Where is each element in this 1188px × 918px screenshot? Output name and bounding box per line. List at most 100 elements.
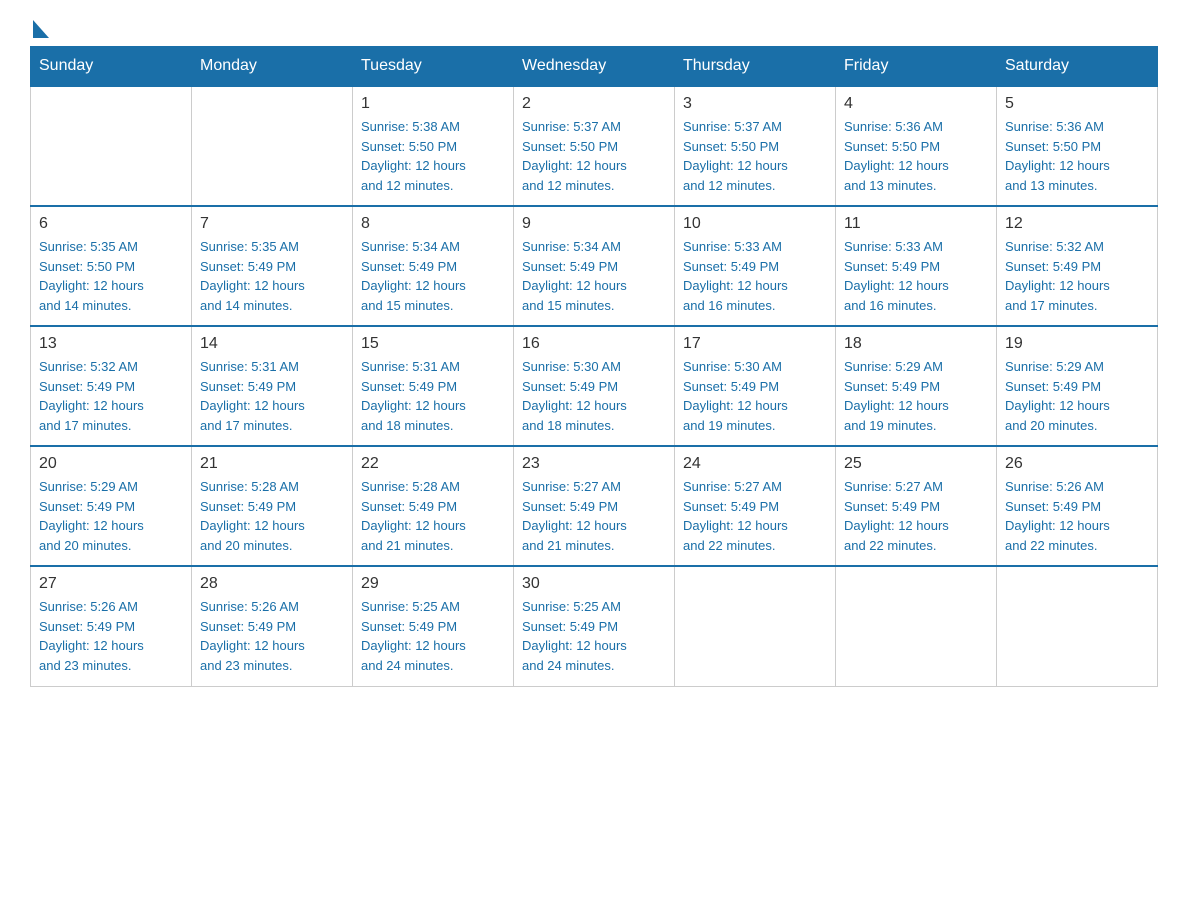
calendar-cell: 8 Sunrise: 5:34 AMSunset: 5:49 PMDaylight… (353, 206, 514, 326)
calendar-cell: 6 Sunrise: 5:35 AMSunset: 5:50 PMDaylight… (31, 206, 192, 326)
day-info: Sunrise: 5:36 AMSunset: 5:50 PMDaylight:… (844, 117, 988, 195)
day-info: Sunrise: 5:31 AMSunset: 5:49 PMDaylight:… (361, 357, 505, 435)
day-info: Sunrise: 5:35 AMSunset: 5:50 PMDaylight:… (39, 237, 183, 315)
calendar-cell: 11 Sunrise: 5:33 AMSunset: 5:49 PMDayligh… (836, 206, 997, 326)
day-number: 26 (1005, 455, 1149, 473)
weekday-header-saturday: Saturday (997, 47, 1158, 87)
day-number: 17 (683, 335, 827, 353)
weekday-header-monday: Monday (192, 47, 353, 87)
calendar-cell: 7 Sunrise: 5:35 AMSunset: 5:49 PMDaylight… (192, 206, 353, 326)
calendar-header-row: SundayMondayTuesdayWednesdayThursdayFrid… (31, 47, 1158, 87)
calendar-table: SundayMondayTuesdayWednesdayThursdayFrid… (30, 46, 1158, 687)
day-number: 28 (200, 575, 344, 593)
calendar-cell: 2 Sunrise: 5:37 AMSunset: 5:50 PMDaylight… (514, 86, 675, 206)
page-header (30, 20, 1158, 36)
calendar-week-row: 27 Sunrise: 5:26 AMSunset: 5:49 PMDayligh… (31, 566, 1158, 686)
day-info: Sunrise: 5:26 AMSunset: 5:49 PMDaylight:… (1005, 477, 1149, 555)
day-number: 27 (39, 575, 183, 593)
calendar-cell: 18 Sunrise: 5:29 AMSunset: 5:49 PMDayligh… (836, 326, 997, 446)
day-info: Sunrise: 5:26 AMSunset: 5:49 PMDaylight:… (39, 597, 183, 675)
day-number: 21 (200, 455, 344, 473)
calendar-cell: 30 Sunrise: 5:25 AMSunset: 5:49 PMDayligh… (514, 566, 675, 686)
calendar-cell: 24 Sunrise: 5:27 AMSunset: 5:49 PMDayligh… (675, 446, 836, 566)
day-number: 15 (361, 335, 505, 353)
calendar-cell: 4 Sunrise: 5:36 AMSunset: 5:50 PMDaylight… (836, 86, 997, 206)
calendar-cell: 5 Sunrise: 5:36 AMSunset: 5:50 PMDaylight… (997, 86, 1158, 206)
weekday-header-wednesday: Wednesday (514, 47, 675, 87)
day-info: Sunrise: 5:34 AMSunset: 5:49 PMDaylight:… (361, 237, 505, 315)
day-info: Sunrise: 5:37 AMSunset: 5:50 PMDaylight:… (683, 117, 827, 195)
calendar-cell: 26 Sunrise: 5:26 AMSunset: 5:49 PMDayligh… (997, 446, 1158, 566)
weekday-header-sunday: Sunday (31, 47, 192, 87)
day-number: 14 (200, 335, 344, 353)
calendar-cell: 20 Sunrise: 5:29 AMSunset: 5:49 PMDayligh… (31, 446, 192, 566)
weekday-header-friday: Friday (836, 47, 997, 87)
day-number: 7 (200, 215, 344, 233)
day-info: Sunrise: 5:25 AMSunset: 5:49 PMDaylight:… (361, 597, 505, 675)
day-number: 9 (522, 215, 666, 233)
calendar-cell: 21 Sunrise: 5:28 AMSunset: 5:49 PMDayligh… (192, 446, 353, 566)
calendar-cell: 19Sunrise: 5:29 AMSunset: 5:49 PMDayligh… (997, 326, 1158, 446)
day-info: Sunrise: 5:35 AMSunset: 5:49 PMDaylight:… (200, 237, 344, 315)
weekday-header-tuesday: Tuesday (353, 47, 514, 87)
day-info: Sunrise: 5:27 AMSunset: 5:49 PMDaylight:… (683, 477, 827, 555)
day-info: Sunrise: 5:25 AMSunset: 5:49 PMDaylight:… (522, 597, 666, 675)
calendar-cell: 22Sunrise: 5:28 AMSunset: 5:49 PMDayligh… (353, 446, 514, 566)
calendar-cell: 16Sunrise: 5:30 AMSunset: 5:49 PMDayligh… (514, 326, 675, 446)
day-number: 4 (844, 95, 988, 113)
calendar-cell: 14 Sunrise: 5:31 AMSunset: 5:49 PMDayligh… (192, 326, 353, 446)
day-number: 5 (1005, 95, 1149, 113)
day-info: Sunrise: 5:29 AMSunset: 5:49 PMDaylight:… (39, 477, 183, 555)
day-number: 18 (844, 335, 988, 353)
day-info: Sunrise: 5:32 AMSunset: 5:49 PMDaylight:… (39, 357, 183, 435)
day-number: 29 (361, 575, 505, 593)
day-number: 10 (683, 215, 827, 233)
calendar-cell: 28 Sunrise: 5:26 AMSunset: 5:49 PMDayligh… (192, 566, 353, 686)
day-info: Sunrise: 5:36 AMSunset: 5:50 PMDaylight:… (1005, 117, 1149, 195)
calendar-cell (836, 566, 997, 686)
calendar-cell: 1 Sunrise: 5:38 AMSunset: 5:50 PMDaylight… (353, 86, 514, 206)
day-number: 20 (39, 455, 183, 473)
logo (30, 20, 66, 36)
day-info: Sunrise: 5:38 AMSunset: 5:50 PMDaylight:… (361, 117, 505, 195)
day-number: 2 (522, 95, 666, 113)
calendar-cell: 9 Sunrise: 5:34 AMSunset: 5:49 PMDaylight… (514, 206, 675, 326)
weekday-header-thursday: Thursday (675, 47, 836, 87)
calendar-cell (675, 566, 836, 686)
calendar-cell: 3 Sunrise: 5:37 AMSunset: 5:50 PMDaylight… (675, 86, 836, 206)
logo-triangle-icon (33, 20, 49, 38)
day-number: 11 (844, 215, 988, 233)
day-info: Sunrise: 5:31 AMSunset: 5:49 PMDaylight:… (200, 357, 344, 435)
calendar-cell: 29 Sunrise: 5:25 AMSunset: 5:49 PMDayligh… (353, 566, 514, 686)
day-number: 13 (39, 335, 183, 353)
day-number: 1 (361, 95, 505, 113)
calendar-week-row: 6 Sunrise: 5:35 AMSunset: 5:50 PMDaylight… (31, 206, 1158, 326)
calendar-cell: 25Sunrise: 5:27 AMSunset: 5:49 PMDayligh… (836, 446, 997, 566)
day-info: Sunrise: 5:32 AMSunset: 5:49 PMDaylight:… (1005, 237, 1149, 315)
day-info: Sunrise: 5:29 AMSunset: 5:49 PMDaylight:… (1005, 357, 1149, 435)
day-info: Sunrise: 5:28 AMSunset: 5:49 PMDaylight:… (200, 477, 344, 555)
day-number: 30 (522, 575, 666, 593)
day-number: 23 (522, 455, 666, 473)
day-number: 3 (683, 95, 827, 113)
calendar-week-row: 20 Sunrise: 5:29 AMSunset: 5:49 PMDayligh… (31, 446, 1158, 566)
calendar-cell (997, 566, 1158, 686)
day-info: Sunrise: 5:34 AMSunset: 5:49 PMDaylight:… (522, 237, 666, 315)
day-number: 16 (522, 335, 666, 353)
day-info: Sunrise: 5:29 AMSunset: 5:49 PMDaylight:… (844, 357, 988, 435)
calendar-cell (192, 86, 353, 206)
day-info: Sunrise: 5:33 AMSunset: 5:49 PMDaylight:… (844, 237, 988, 315)
day-number: 8 (361, 215, 505, 233)
day-number: 12 (1005, 215, 1149, 233)
day-number: 24 (683, 455, 827, 473)
day-info: Sunrise: 5:37 AMSunset: 5:50 PMDaylight:… (522, 117, 666, 195)
calendar-week-row: 13 Sunrise: 5:32 AMSunset: 5:49 PMDayligh… (31, 326, 1158, 446)
day-info: Sunrise: 5:28 AMSunset: 5:49 PMDaylight:… (361, 477, 505, 555)
day-number: 6 (39, 215, 183, 233)
day-number: 25 (844, 455, 988, 473)
calendar-cell: 27 Sunrise: 5:26 AMSunset: 5:49 PMDayligh… (31, 566, 192, 686)
day-info: Sunrise: 5:26 AMSunset: 5:49 PMDaylight:… (200, 597, 344, 675)
day-info: Sunrise: 5:33 AMSunset: 5:49 PMDaylight:… (683, 237, 827, 315)
calendar-cell: 12 Sunrise: 5:32 AMSunset: 5:49 PMDayligh… (997, 206, 1158, 326)
calendar-week-row: 1 Sunrise: 5:38 AMSunset: 5:50 PMDaylight… (31, 86, 1158, 206)
